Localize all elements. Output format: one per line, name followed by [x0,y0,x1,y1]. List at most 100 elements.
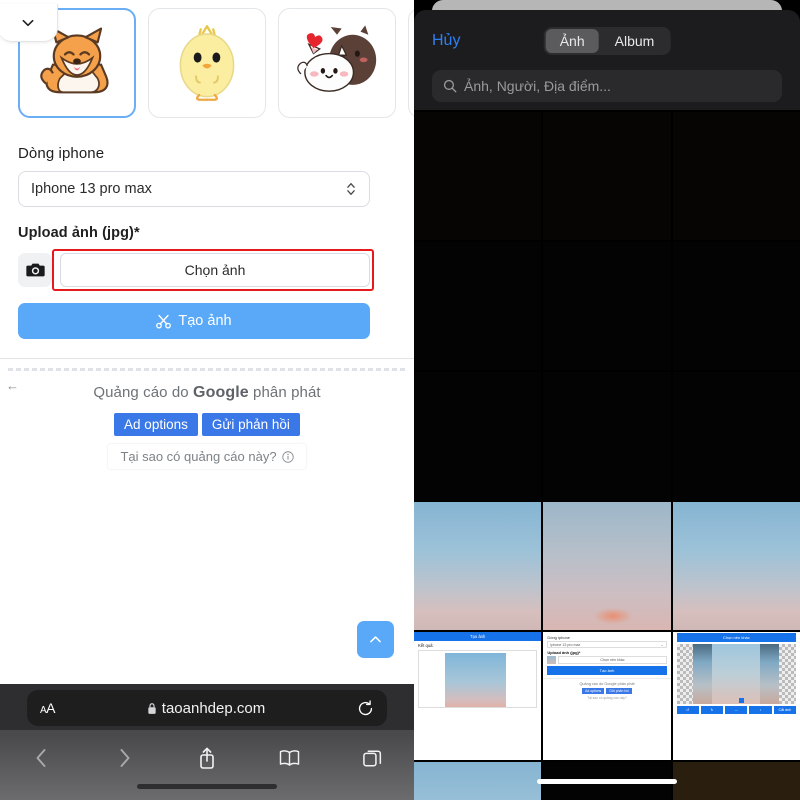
thumb-ad-why: Tại sao có quảng cáo này? [587,696,627,700]
picker-header: Hủy Ảnh Album [414,22,800,60]
segment-albums[interactable]: Album [601,29,669,53]
bookmarks-button[interactable] [248,748,331,768]
photo-cell[interactable] [543,372,671,500]
chevron-down-icon [22,19,33,26]
iphone-model-value: Iphone 13 pro max [31,181,152,197]
ad-dashed-border [8,368,406,371]
iphone-model-select[interactable]: Iphone 13 pro max [18,171,370,207]
why-this-ad-label: Tại sao có quảng cáo này? [120,449,277,464]
thumb-file-label: Chọn nền khác [558,656,667,664]
thumb-crop-toolbar: ↺ ↻ ↔ ↕ Cắt ảnh [676,706,796,714]
safari-toolbar: AA taoanhdep.com [0,684,414,800]
thumb-crop-label: Cắt ảnh [773,706,796,714]
search-placeholder: Ảnh, Người, Địa điểm... [464,78,611,94]
photo-cell[interactable] [672,242,800,370]
photo-cell[interactable] [672,762,800,800]
photo-grid[interactable]: Tạo ảnh Kết quả: Dòng iphone Iphone 13 p… [414,112,800,800]
sky-photo-sunset [543,502,671,630]
photo-cell[interactable] [672,112,800,240]
thumb-crop-canvas [676,644,796,704]
photo-cell-screenshot-form[interactable]: Dòng iphone Iphone 13 pro max ⌄ Upload ản… [543,632,671,760]
photo-cell[interactable] [414,372,542,500]
ad-why-row: Tại sao có quảng cáo này? [0,444,414,469]
photo-cell-sky[interactable] [543,502,671,630]
ad-options-button[interactable]: Ad options [114,413,198,436]
thumb-ad-title: Quảng cáo do Google phân phát [579,682,635,686]
photo-cell[interactable] [414,242,542,370]
choose-file-button[interactable]: Chọn ảnh [60,253,370,287]
left-browser-panel: Dòng iphone Iphone 13 pro max Upload ảnh… [0,0,414,800]
cancel-button[interactable]: Hủy [432,32,460,50]
thumb-crop-image [693,644,780,704]
photo-cell-screenshot-result[interactable]: Tạo ảnh Kết quả: [414,632,542,760]
book-icon [280,750,300,766]
url-bar[interactable]: AA taoanhdep.com [27,690,387,726]
photo-cell-sky[interactable] [672,502,800,630]
sky-photo [414,762,542,800]
search-bar[interactable]: Ảnh, Người, Địa điểm... [432,70,782,102]
right-photo-picker-panel: Hủy Ảnh Album Ảnh, Người, Địa điểm... Tạ… [414,0,800,800]
scroll-to-top-button[interactable] [357,621,394,658]
thumb-pick-bg-button: Chọn nền khác [676,633,796,642]
screenshot-form-thumb: Dòng iphone Iphone 13 pro max ⌄ Upload ản… [543,632,671,760]
thumb-crop-selection [712,644,761,704]
thumb-upload-label: Upload ảnh (jpg)* [547,650,581,655]
sticker-strip[interactable] [0,4,414,120]
sticker-cat-couple[interactable] [278,8,396,118]
photo-cell[interactable] [543,242,671,370]
home-indicator-ios [537,779,677,784]
photo-cell-sky[interactable] [414,502,542,630]
reload-icon[interactable] [357,699,374,717]
back-button[interactable] [0,747,83,769]
chevron-left-icon [36,749,46,767]
thumb-ad-options: Ad options [582,688,605,694]
sky-photo [414,502,542,630]
choose-file-label: Chọn ảnh [184,262,246,278]
tabs-button[interactable] [331,748,414,769]
yellow-chick-icon [179,25,235,101]
chevron-up-icon [370,636,381,643]
thumb-flip-h-icon: ↔ [725,706,748,714]
thumb-flip-v-icon: ↕ [749,706,772,714]
thumb-preview-square [547,656,557,664]
url-text: taoanhdep.com [161,699,266,717]
chevron-right-icon [120,749,130,767]
create-image-button[interactable]: Tạo ảnh [18,303,370,339]
camera-button[interactable] [18,253,52,287]
text-size-button[interactable]: AA [40,700,56,716]
forward-button[interactable] [83,747,166,769]
photo-cell-sky[interactable] [414,762,542,800]
thumb-create-button: Tạo ảnh [414,632,542,641]
send-feedback-button[interactable]: Gửi phản hồi [201,413,300,436]
thumb-iphone-value: Iphone 13 pro max [550,642,581,647]
home-indicator [137,784,277,789]
cat-couple-icon [297,25,377,92]
segment-photos[interactable]: Ảnh [545,29,599,53]
ad-separator [0,358,414,359]
photo-cell[interactable] [672,372,800,500]
ad-attribution: Quảng cáo do Google phân phát [0,384,414,402]
why-this-ad-button[interactable]: Tại sao có quảng cáo này? [108,444,306,469]
photo-cell[interactable] [414,112,542,240]
iphone-model-label: Dòng iphone [18,145,105,162]
thumb-ad-area: Quảng cáo do Google phân phát Ad options… [543,678,671,703]
search-icon [443,79,457,93]
thumb-create-button: Tạo ảnh [547,666,667,675]
dropdown-toggle[interactable] [0,4,58,42]
segmented-control[interactable]: Ảnh Album [543,27,671,55]
info-icon [281,450,294,463]
ad-title-suffix: phân phát [253,384,321,401]
sticker-yellow-chick[interactable] [148,8,266,118]
camera-icon [25,263,45,277]
thumb-ad-buttons: Ad options Gửi phản hồi [547,688,666,694]
share-button[interactable] [166,746,249,770]
chevron-updown-icon [347,183,355,195]
thumb-iphone-select: Iphone 13 pro max ⌄ [547,641,667,648]
photo-cell[interactable] [543,112,671,240]
screenshot-root: Dòng iphone Iphone 13 pro max Upload ảnh… [0,0,800,800]
photo-cell-screenshot-crop[interactable]: Chọn nền khác ↺ ↻ ↔ ↕ Cắt ảnh [672,632,800,760]
thumb-ad-feedback: Gửi phản hồi [606,688,632,694]
thumb-result-box [418,650,538,708]
sky-photo [672,502,800,630]
thumb-iphone-label: Dòng iphone [547,635,571,640]
